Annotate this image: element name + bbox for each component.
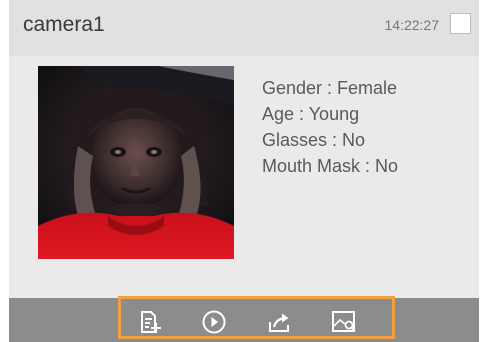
- attribute-list: Gender : Female Age : Young Glasses : No…: [262, 75, 398, 179]
- play-button[interactable]: [199, 309, 229, 335]
- export-icon: [269, 313, 289, 332]
- face-snapshot-image: [38, 66, 234, 259]
- attribute-age: Age : Young: [262, 104, 360, 124]
- image-search-button[interactable]: [329, 309, 359, 335]
- camera-name: camera1: [23, 13, 105, 36]
- export-button[interactable]: [264, 309, 294, 335]
- card-header: camera1 14:22:27: [9, 0, 479, 56]
- image-search-icon: [332, 311, 356, 332]
- play-icon: [202, 310, 226, 334]
- select-checkbox[interactable]: [450, 13, 471, 34]
- face-snapshot[interactable]: [38, 66, 234, 259]
- add-to-list-button[interactable]: [134, 309, 164, 335]
- attribute-mouth-mask: Mouth Mask : No: [262, 156, 399, 176]
- face-attribute-card: camera1 14:22:27 Gender: Female Age: Y…: [9, 0, 479, 342]
- attribute-glasses: Glasses : No: [262, 130, 366, 150]
- timestamp: 14:22:27: [384, 17, 440, 33]
- add-to-list-icon: [141, 311, 161, 333]
- attribute-gender: Gender : Female: [262, 78, 398, 98]
